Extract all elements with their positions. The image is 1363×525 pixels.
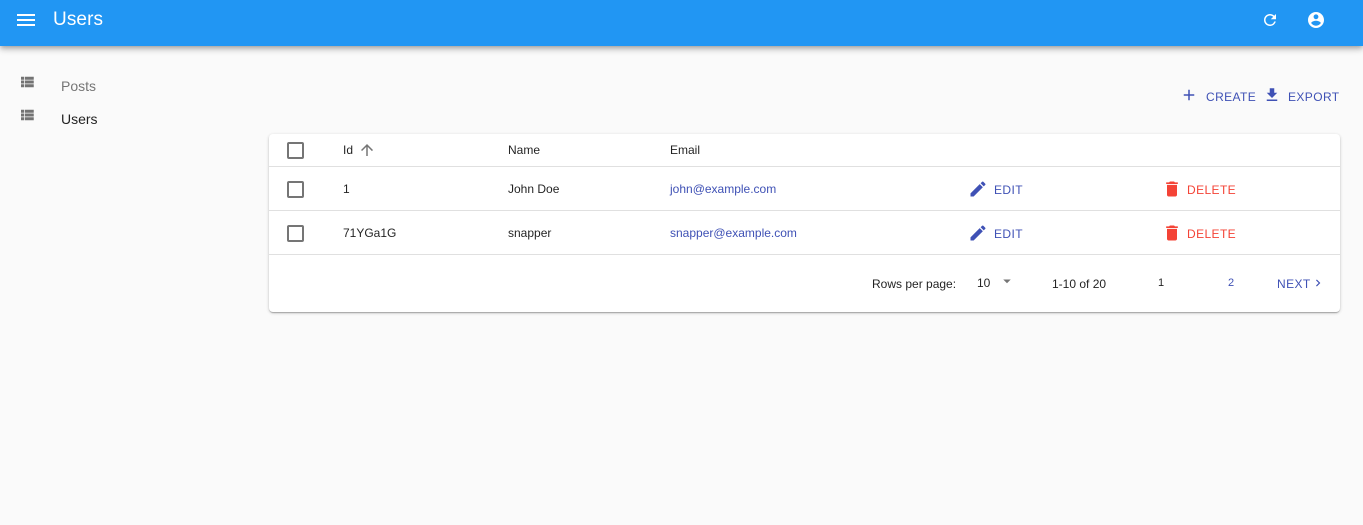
- sidebar-item-users[interactable]: Users: [0, 99, 240, 132]
- page-button-2[interactable]: 2: [1216, 269, 1246, 297]
- table-row[interactable]: 71YGa1G snapper snapper@example.com EDIT…: [269, 211, 1340, 255]
- cell-id: 71YGa1G: [343, 226, 397, 240]
- delete-button[interactable]: DELETE: [1162, 222, 1242, 244]
- column-header-name[interactable]: Name: [508, 143, 540, 157]
- edit-icon: [970, 181, 986, 197]
- rows-per-page-label: Rows per page:: [872, 277, 957, 291]
- menu-icon: [17, 14, 35, 26]
- delete-button[interactable]: DELETE: [1162, 178, 1242, 200]
- arrow-drop-down-icon: [1003, 279, 1011, 284]
- refresh-button[interactable]: [1258, 8, 1282, 32]
- list-icon: [21, 76, 34, 88]
- sidebar-item-posts[interactable]: Posts: [0, 66, 240, 99]
- table-header-row: Id Name Email: [269, 134, 1340, 167]
- table-row[interactable]: 1 John Doe john@example.com EDIT DELETE: [269, 167, 1340, 211]
- trash-icon: [1166, 181, 1178, 197]
- edit-button[interactable]: EDIT: [968, 222, 1028, 244]
- row-checkbox[interactable]: [287, 181, 304, 198]
- cell-email-link[interactable]: john@example.com: [670, 182, 776, 196]
- pagination: Rows per page: 10 1-10 of 20 1 2 NEXT: [269, 255, 1340, 312]
- download-icon: [1266, 88, 1278, 101]
- list-icon: [21, 109, 34, 121]
- cell-name: snapper: [508, 226, 552, 240]
- create-label: CREATE: [1206, 90, 1257, 104]
- column-header-id[interactable]: Id: [343, 143, 353, 157]
- pagination-range: 1-10 of 20: [1052, 277, 1107, 291]
- next-label: NEXT: [1277, 277, 1311, 291]
- add-icon: [1183, 89, 1195, 101]
- cell-name: John Doe: [508, 182, 560, 196]
- account-button[interactable]: [1304, 8, 1328, 32]
- cell-email-link[interactable]: snapper@example.com: [670, 226, 797, 240]
- edit-icon: [970, 225, 986, 241]
- refresh-icon: [1264, 13, 1276, 26]
- app-bar: Users: [0, 0, 1363, 46]
- select-all-checkbox[interactable]: [287, 142, 304, 159]
- menu-button[interactable]: [14, 8, 40, 32]
- edit-label: EDIT: [994, 183, 1023, 197]
- create-button[interactable]: CREATE: [1180, 84, 1256, 108]
- page-button-1[interactable]: 1: [1146, 269, 1176, 297]
- trash-icon: [1166, 225, 1178, 241]
- export-label: EXPORT: [1288, 90, 1340, 104]
- export-button[interactable]: EXPORT: [1263, 84, 1340, 108]
- chevron-right-icon: [1316, 279, 1321, 287]
- arrow-upward-icon[interactable]: [358, 141, 376, 159]
- delete-label: DELETE: [1187, 227, 1237, 241]
- sidebar-item-label: Posts: [61, 78, 97, 94]
- row-checkbox[interactable]: [287, 225, 304, 242]
- cell-id: 1: [343, 182, 350, 196]
- edit-label: EDIT: [994, 227, 1023, 241]
- next-page-button[interactable]: NEXT: [1273, 269, 1325, 297]
- page-title: Users: [53, 9, 104, 30]
- users-table-card: Id Name Email 1 John Doe john@example.co…: [269, 134, 1340, 312]
- rows-per-page-value: 10: [977, 276, 991, 290]
- column-header-email[interactable]: Email: [670, 143, 700, 157]
- rows-per-page-select[interactable]: 10: [969, 269, 1017, 295]
- delete-label: DELETE: [1187, 183, 1237, 197]
- edit-button[interactable]: EDIT: [968, 178, 1028, 200]
- account-circle-icon: [1308, 12, 1324, 28]
- sidebar-item-label: Users: [61, 111, 98, 127]
